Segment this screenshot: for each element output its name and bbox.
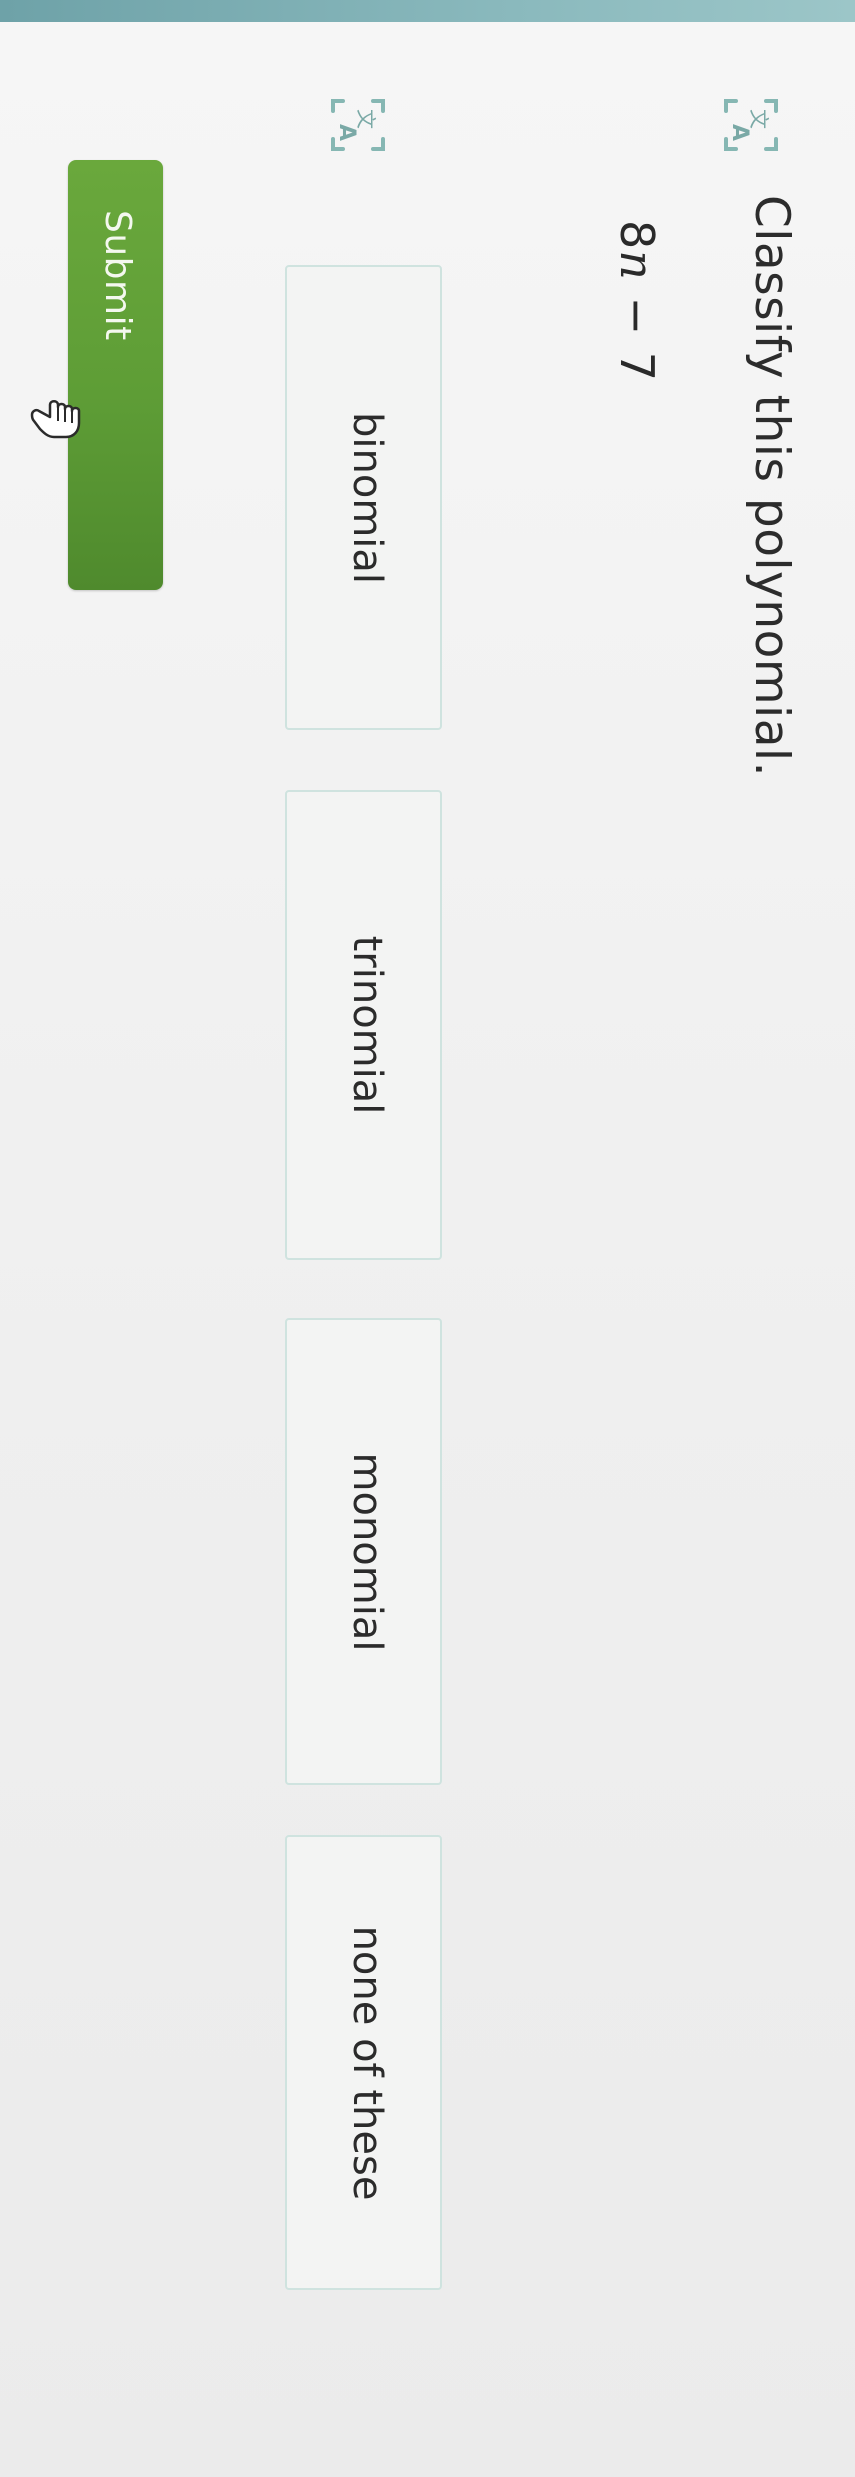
screen: 文 A Classify this polynomial. 8n − 7 文 A… xyxy=(0,0,855,2477)
question-translate-button[interactable]: 文 A xyxy=(722,95,780,155)
answers-translate-button[interactable]: 文 A xyxy=(329,95,387,155)
question-prompt: Classify this polynomial. xyxy=(744,195,799,778)
option-label: binomial xyxy=(344,411,390,584)
option-monomial[interactable]: monomial xyxy=(285,1318,442,1785)
mouse-cursor xyxy=(30,395,86,443)
submit-label: Submit xyxy=(97,210,138,341)
option-none-of-these[interactable]: none of these xyxy=(285,1835,442,2290)
top-header-strip xyxy=(0,0,855,22)
svg-text:A: A xyxy=(334,124,359,141)
expression-operator: − xyxy=(610,296,664,337)
translate-icon: 文 A xyxy=(724,99,778,151)
translate-icon: 文 A xyxy=(331,99,385,151)
hand-pointer-icon xyxy=(30,400,81,439)
option-label: none of these xyxy=(344,1925,390,2200)
option-trinomial[interactable]: trinomial xyxy=(285,790,442,1260)
expression-variable: n xyxy=(610,250,664,281)
polynomial-expression: 8n − 7 xyxy=(610,220,664,382)
svg-text:A: A xyxy=(727,124,752,141)
option-label: trinomial xyxy=(344,935,390,1115)
submit-button[interactable]: Submit xyxy=(68,160,163,590)
expression-coefficient: 8 xyxy=(610,220,664,251)
expression-constant: 7 xyxy=(610,351,664,382)
option-label: monomial xyxy=(344,1452,390,1651)
option-binomial[interactable]: binomial xyxy=(285,265,442,730)
